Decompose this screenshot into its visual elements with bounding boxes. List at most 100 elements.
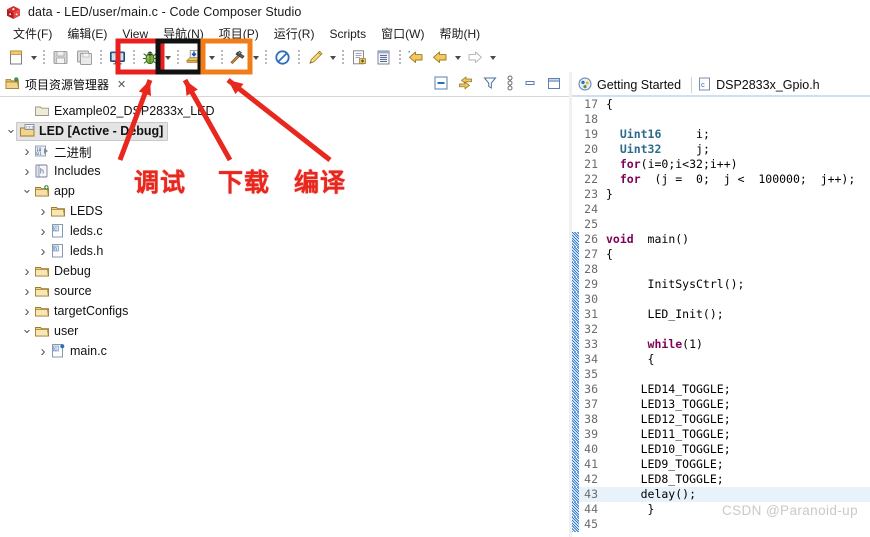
code-line[interactable]: 31 LED_Init(); <box>572 307 870 322</box>
forward-arrow-icon[interactable] <box>463 46 487 70</box>
tab-project-explorer[interactable]: 项目资源管理器 ✕ <box>0 72 132 97</box>
new-file-icon[interactable] <box>4 46 28 70</box>
download-dropdown-icon[interactable] <box>206 46 217 70</box>
code-line[interactable]: 23} <box>572 187 870 202</box>
project-tree[interactable]: Example02_DSP2833x_LED ⌄ CCS LED [Active - … <box>0 97 569 361</box>
new-ccs-project-icon[interactable] <box>347 46 371 70</box>
menu-help[interactable]: 帮助(H) <box>432 24 488 43</box>
code-line[interactable]: 30 <box>572 292 870 307</box>
code-line[interactable]: 37 LED13_TOGGLE; <box>572 397 870 412</box>
chevron-right-icon[interactable]: › <box>20 141 34 161</box>
build-dropdown-icon[interactable] <box>250 46 261 70</box>
menu-window[interactable]: 窗口(W) <box>374 24 432 43</box>
chevron-right-icon[interactable]: › <box>20 281 34 301</box>
includes-icon: h <box>34 163 50 179</box>
tree-item-leds[interactable]: › LEDS <box>0 201 569 221</box>
code-line[interactable]: 25 <box>572 217 870 232</box>
menu-project[interactable]: 项目(P) <box>212 24 267 43</box>
code-line[interactable]: 41 LED9_TOGGLE; <box>572 457 870 472</box>
tree-item-includes[interactable]: › h Includes <box>0 161 569 181</box>
maximize-icon[interactable] <box>547 77 561 93</box>
code-line[interactable]: 33 while(1) <box>572 337 870 352</box>
view-menu-icon[interactable] <box>507 75 513 94</box>
save-icon[interactable] <box>48 46 72 70</box>
tree-item-app[interactable]: ⌄ app <box>0 181 569 201</box>
console-icon[interactable] <box>105 46 129 70</box>
filter-icon[interactable] <box>483 76 497 93</box>
chevron-down-icon[interactable]: ⌄ <box>20 319 34 344</box>
code-line[interactable]: 17 { <box>572 97 870 112</box>
code-line[interactable]: 22 for (j = 0; j < 100000; j++); <box>572 172 870 187</box>
menu-scripts[interactable]: Scripts <box>322 26 374 42</box>
code-line[interactable]: 27{ <box>572 247 870 262</box>
tree-item-led[interactable]: ⌄ CCS LED [Active - Debug] <box>0 121 569 141</box>
code-line[interactable]: 29 InitSysCtrl(); <box>572 277 870 292</box>
menu-file[interactable]: 文件(F) <box>6 24 60 43</box>
chevron-right-icon[interactable]: › <box>36 241 50 261</box>
tab-dsp2833x-gpio-h[interactable]: c DSP2833x_Gpio.h <box>692 73 830 97</box>
download-program-icon[interactable] <box>182 46 206 70</box>
code-line[interactable]: 26 void main() <box>572 232 870 247</box>
tree-item-debug[interactable]: › Debug <box>0 261 569 281</box>
marker-dropdown-icon[interactable] <box>327 46 338 70</box>
code-line[interactable]: 24 <box>572 202 870 217</box>
pencil-marker-icon[interactable] <box>303 46 327 70</box>
chevron-right-icon[interactable]: › <box>36 201 50 221</box>
code-line[interactable]: 43 delay(); <box>572 487 870 502</box>
code-line[interactable]: 32 <box>572 322 870 337</box>
build-hammer-icon[interactable] <box>226 46 250 70</box>
code-line[interactable]: 45 <box>572 517 870 532</box>
code-line[interactable]: 18 <box>572 112 870 127</box>
code-line[interactable]: 36 LED14_TOGGLE; <box>572 382 870 397</box>
code-line[interactable]: 20 Uint32 j; <box>572 142 870 157</box>
code-line[interactable]: 39 LED11_TOGGLE; <box>572 427 870 442</box>
tree-item-二进制[interactable]: › 10 01 二进制 <box>0 141 569 161</box>
save-all-icon[interactable] <box>72 46 96 70</box>
menu-navigate[interactable]: 导航(N) <box>156 24 212 43</box>
tree-item-leds.c[interactable]: › c leds.c <box>0 221 569 241</box>
back-arrow-icon[interactable] <box>428 46 452 70</box>
chevron-right-icon[interactable]: › <box>20 261 34 281</box>
debug-dropdown-icon[interactable] <box>162 46 173 70</box>
no-entry-icon[interactable] <box>270 46 294 70</box>
code-text: for(i=0;i<32;i++) <box>619 157 738 171</box>
chevron-down-icon[interactable]: ⌄ <box>20 179 34 204</box>
tree-item-label: Example02_DSP2833x_LED <box>54 104 215 118</box>
link-with-editor-icon[interactable] <box>458 76 473 93</box>
code-lines[interactable]: 17{18 19 Uint16 i; 20 Uint32 j; 21 for(i=0;… <box>572 97 870 532</box>
tree-item-source[interactable]: › source <box>0 281 569 301</box>
code-line[interactable]: 38 LED12_TOGGLE; <box>572 412 870 427</box>
code-line[interactable]: 35 <box>572 367 870 382</box>
code-line[interactable]: 42 LED8_TOGGLE; <box>572 472 870 487</box>
minimize-icon[interactable] <box>523 77 537 92</box>
back-dropdown-icon[interactable] <box>452 46 463 70</box>
tree-item-leds.h[interactable]: › h leds.h <box>0 241 569 261</box>
tree-item-targetconfigs[interactable]: › targetConfigs <box>0 301 569 321</box>
code-line[interactable]: 40 LED10_TOGGLE; <box>572 442 870 457</box>
debug-bug-icon[interactable] <box>138 46 162 70</box>
chevron-right-icon[interactable]: › <box>36 221 50 241</box>
back-star-arrow-icon[interactable]: * <box>404 46 428 70</box>
code-line[interactable]: 28 <box>572 262 870 277</box>
code-line[interactable]: 19 Uint16 i; <box>572 127 870 142</box>
collapse-all-icon[interactable] <box>434 76 448 93</box>
code-editor[interactable]: 17{18 19 Uint16 i; 20 Uint32 j; 21 for(i=0;… <box>572 97 870 537</box>
chevron-right-icon[interactable]: › <box>36 341 50 361</box>
new-target-config-icon[interactable] <box>371 46 395 70</box>
tree-item-label: LEDS <box>70 204 103 218</box>
menu-view[interactable]: View <box>115 26 156 42</box>
menu-edit[interactable]: 编辑(E) <box>60 24 115 43</box>
tree-item-example02_dsp2833x_led[interactable]: Example02_DSP2833x_LED <box>0 101 569 121</box>
c-main-file-icon: c <box>50 343 66 359</box>
menu-run[interactable]: 运行(R) <box>267 24 323 43</box>
code-line[interactable]: 21 for(i=0;i<32;i++) <box>572 157 870 172</box>
tab-getting-started[interactable]: Getting Started <box>572 73 691 97</box>
forward-dropdown-icon[interactable] <box>487 46 498 70</box>
close-icon[interactable]: ✕ <box>117 78 126 91</box>
tree-item-user[interactable]: ⌄ user <box>0 321 569 341</box>
new-file-dropdown-icon[interactable] <box>28 46 39 70</box>
tree-item-main.c[interactable]: › c main.c <box>0 341 569 361</box>
change-bar <box>572 232 579 247</box>
svg-text:01: 01 <box>36 151 42 156</box>
code-line[interactable]: 34 { <box>572 352 870 367</box>
